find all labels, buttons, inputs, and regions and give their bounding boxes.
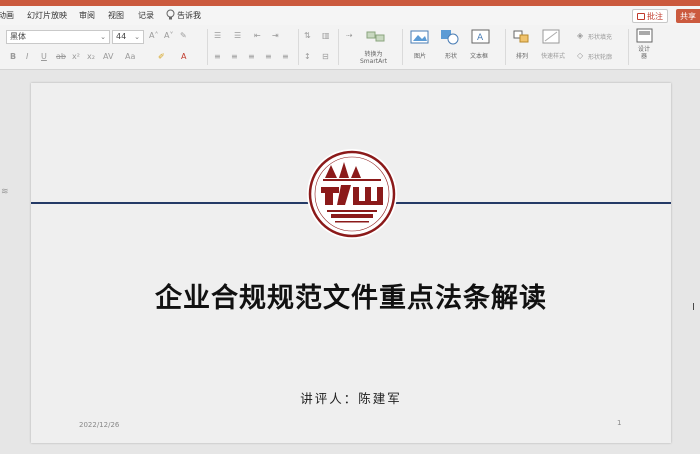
font-name-select[interactable]: 黑体 ⌄	[6, 30, 110, 44]
text-direction-icon[interactable]: ⇅	[304, 31, 311, 41]
arrange-label: 排列	[516, 53, 529, 60]
columns-icon[interactable]: ▥	[322, 31, 330, 41]
font-size-value: 44	[116, 32, 127, 41]
superscript-icon[interactable]: x²	[72, 52, 80, 62]
menu-bar: 动画 幻灯片放映 审阅 视图 记录 告诉我 批注 共享	[0, 6, 700, 25]
textbox-label: 文本框	[470, 53, 489, 60]
menu-view[interactable]: 视图	[108, 10, 124, 21]
divider	[505, 29, 506, 65]
textbox-icon[interactable]: A	[471, 29, 491, 45]
italic-icon[interactable]: I	[26, 52, 28, 62]
ribbon-toolbar: 黑体 ⌄ 44 ⌄ A˄ A˅ ✎ B I U ab x² x₂ AV Aa ✐…	[0, 25, 700, 70]
smartart-arrow-icon[interactable]: ⇢	[346, 31, 353, 41]
align-center-icon[interactable]: ≡	[231, 52, 238, 62]
change-case-icon[interactable]: Aa	[125, 52, 135, 62]
increase-indent-icon[interactable]: ⇥	[272, 31, 279, 41]
slide-date: 2022/12/26	[79, 421, 120, 429]
comment-icon	[637, 12, 645, 20]
shrink-font-icon[interactable]: A˅	[164, 31, 173, 41]
pane-splitter-icon[interactable]: ≋	[1, 187, 9, 197]
align-left-icon[interactable]: ≡	[214, 52, 221, 62]
clear-format-icon[interactable]: ✎	[180, 31, 187, 41]
comment-label: 批注	[647, 11, 663, 21]
underline-icon[interactable]: U	[41, 52, 47, 62]
picture-label: 图片	[414, 53, 427, 60]
distribute-icon[interactable]: ≡	[282, 52, 289, 62]
chevron-down-icon: ⌄	[134, 33, 140, 41]
subscript-icon[interactable]: x₂	[87, 52, 95, 62]
shape-fill-icon[interactable]: ◈	[577, 31, 583, 41]
numbering-icon[interactable]: ☰	[234, 31, 241, 41]
slide-canvas[interactable]: 企业合规规范文件重点法条解读 讲评人：陈建军 2022/12/26 1	[31, 83, 671, 443]
menu-animation[interactable]: 动画	[0, 10, 14, 21]
divider	[402, 29, 403, 65]
picture-icon[interactable]	[410, 29, 430, 45]
thumbnail-pane	[0, 71, 30, 454]
share-label: 共享	[680, 11, 696, 21]
quick-style-icon[interactable]	[542, 29, 562, 45]
slide-page-number: 1	[617, 419, 622, 427]
shape-outline-icon[interactable]: ◇	[577, 51, 583, 61]
decrease-indent-icon[interactable]: ⇤	[254, 31, 261, 41]
grow-font-icon[interactable]: A˄	[149, 31, 158, 41]
menu-tell-me[interactable]: 告诉我	[177, 10, 201, 21]
menu-slideshow[interactable]: 幻灯片放映	[27, 10, 67, 21]
quick-style-label: 快速样式	[541, 53, 566, 60]
designer-icon[interactable]	[636, 28, 654, 44]
shape-fill-label: 形状填充	[588, 34, 613, 41]
smartart-icon[interactable]	[366, 29, 386, 45]
divider	[207, 29, 208, 65]
comment-button[interactable]: 批注	[632, 9, 668, 23]
bold-icon[interactable]: B	[10, 52, 16, 62]
menu-review[interactable]: 审阅	[79, 10, 95, 21]
shape-label: 形状	[445, 53, 458, 60]
svg-text:A: A	[477, 33, 484, 43]
lightbulb-icon	[166, 9, 175, 20]
font-name-value: 黑体	[10, 32, 26, 41]
share-button[interactable]: 共享	[676, 9, 700, 23]
menu-record[interactable]: 记录	[138, 10, 154, 21]
presenter-name[interactable]: 讲评人：陈建军	[31, 388, 671, 407]
bullets-icon[interactable]: ☰	[214, 31, 221, 41]
font-color-icon[interactable]: A	[181, 52, 186, 62]
font-size-select[interactable]: 44 ⌄	[112, 30, 144, 44]
slide-title[interactable]: 企业合规规范文件重点法条解读	[31, 276, 671, 315]
highlight-icon[interactable]: ✐	[158, 52, 165, 62]
divider	[298, 29, 299, 65]
convert-smartart-label: 转换为 SmartArt	[360, 51, 388, 65]
character-spacing-icon[interactable]: AV	[103, 52, 113, 62]
shape-outline-label: 形状轮廓	[588, 54, 613, 61]
university-logo	[307, 149, 397, 239]
justify-icon[interactable]: ≡	[265, 52, 272, 62]
line-spacing-icon[interactable]: ↕	[304, 52, 311, 62]
chevron-down-icon: ⌄	[100, 33, 106, 41]
align-text-icon[interactable]: ⊟	[322, 52, 329, 62]
divider	[628, 29, 629, 65]
shape-icon[interactable]	[440, 29, 460, 45]
arrange-icon[interactable]	[512, 29, 532, 45]
align-right-icon[interactable]: ≡	[248, 52, 255, 62]
designer-label: 设计 器	[638, 46, 651, 60]
strikethrough-icon[interactable]: ab	[56, 52, 66, 62]
text-cursor-icon: I	[692, 302, 695, 313]
divider	[338, 29, 339, 65]
